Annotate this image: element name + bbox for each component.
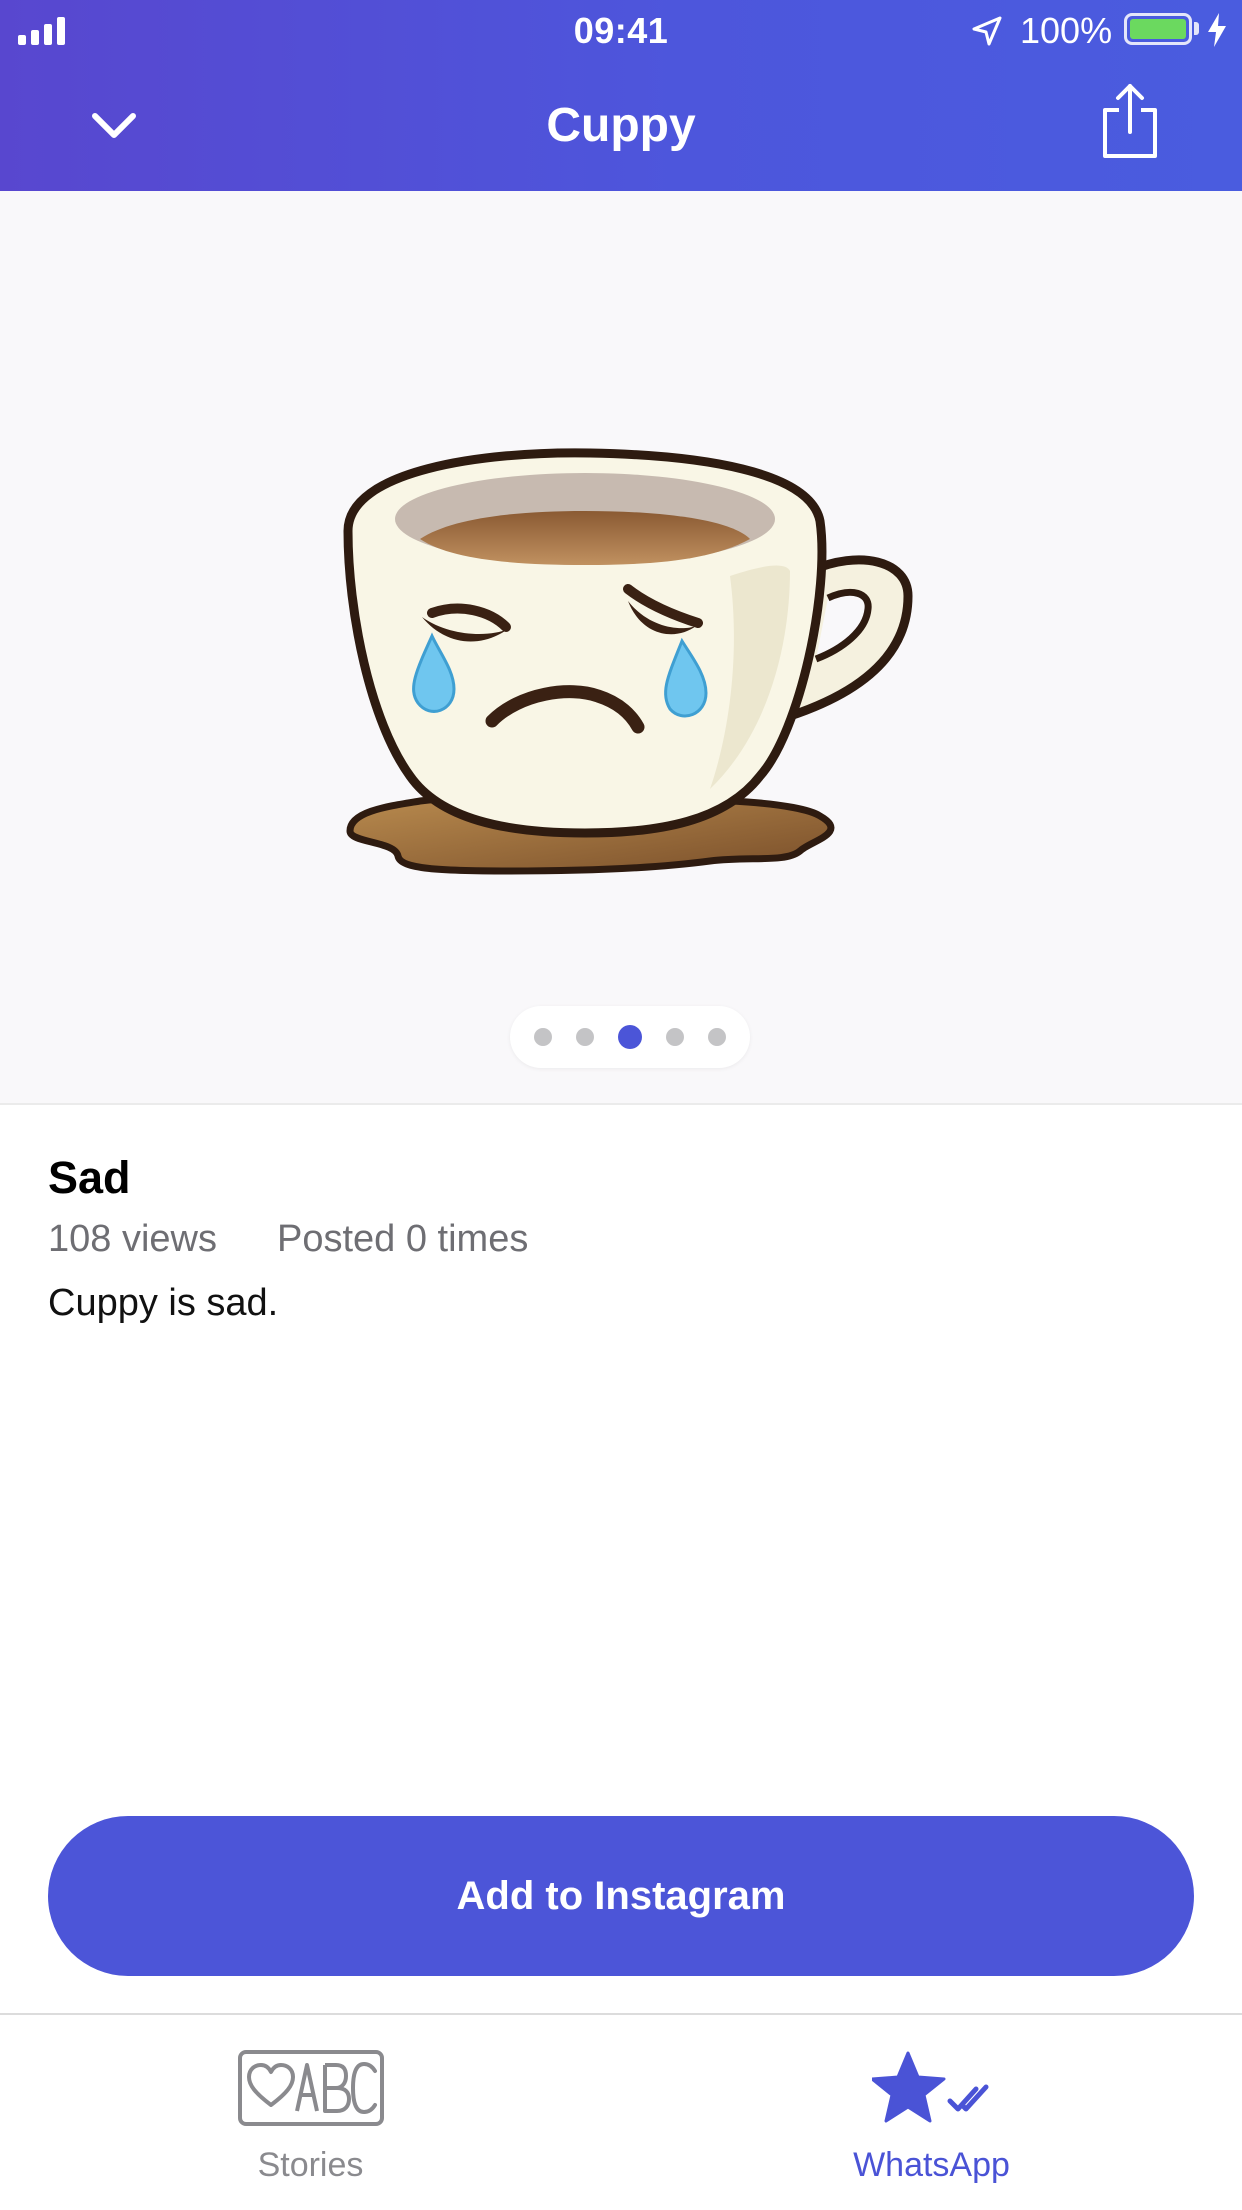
sticker-title: Sad	[48, 1152, 131, 1203]
page-dot[interactable]	[576, 1028, 594, 1046]
sticker-info: Sad 108 views Posted 0 times Cuppy is sad…	[48, 1150, 1198, 1328]
battery-level	[1130, 19, 1186, 39]
location-arrow-icon	[972, 16, 1002, 46]
sticker-description: Cuppy is sad.	[48, 1282, 279, 1324]
share-icon	[1103, 84, 1157, 158]
tab-label-stories: Stories	[257, 2146, 364, 2184]
battery-percent: 100%	[1020, 10, 1113, 51]
star-check-icon	[871, 2051, 988, 2123]
tab-label-whatsapp: WhatsApp	[853, 2146, 1010, 2184]
tab-bar: Stories WhatsApp	[0, 2013, 1242, 2210]
charging-bolt-icon	[1208, 13, 1226, 47]
battery-cap	[1194, 22, 1199, 35]
page-dot-active[interactable]	[618, 1025, 642, 1049]
status-bar: 09:41 100%	[0, 0, 1242, 62]
share-button[interactable]	[1090, 76, 1170, 166]
sticker-preview[interactable]	[0, 191, 1242, 1105]
heart-abc-icon	[237, 2050, 384, 2126]
views-count: 108 views	[48, 1218, 217, 1260]
page-dot[interactable]	[534, 1028, 552, 1046]
tab-whatsapp[interactable]: WhatsApp	[621, 2015, 1242, 2210]
page-dot[interactable]	[708, 1028, 726, 1046]
battery-icon	[1124, 13, 1192, 45]
sad-coffee-cup-sticker	[343, 448, 913, 875]
header: 09:41 100% Cuppy	[0, 0, 1242, 191]
add-to-instagram-button[interactable]: Add to Instagram	[48, 1816, 1194, 1976]
posted-count: Posted 0 times	[276, 1218, 529, 1260]
page-title: Cuppy	[546, 99, 696, 152]
sticker-meta: 108 views Posted 0 times	[48, 1214, 1198, 1264]
tab-stories[interactable]: Stories	[0, 2015, 621, 2210]
page-indicator[interactable]	[510, 1006, 750, 1068]
page-dot[interactable]	[666, 1028, 684, 1046]
